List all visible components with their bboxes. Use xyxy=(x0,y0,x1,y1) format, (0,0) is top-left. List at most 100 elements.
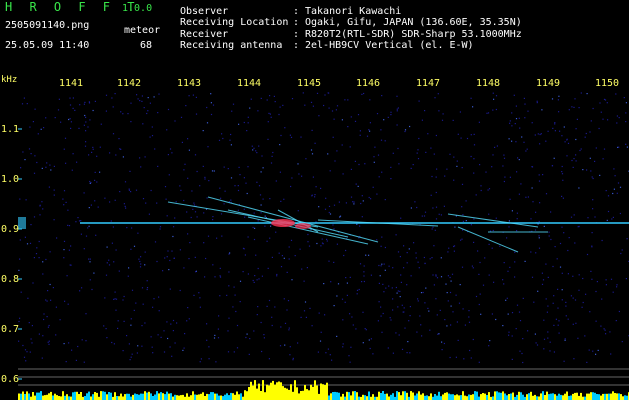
noise-dot xyxy=(503,180,505,183)
noise-dot xyxy=(247,273,249,275)
power-bar xyxy=(154,394,156,400)
noise-dot xyxy=(561,171,563,173)
power-bar xyxy=(426,395,428,400)
noise-dot xyxy=(29,242,32,244)
noise-dot xyxy=(343,254,345,257)
noise-dot xyxy=(90,204,92,206)
power-bar xyxy=(344,396,346,400)
noise-dot xyxy=(187,177,189,179)
power-bar xyxy=(454,395,456,400)
noise-dot xyxy=(616,286,618,288)
noise-dot xyxy=(383,291,385,293)
noise-dot xyxy=(597,349,599,351)
noise-dot xyxy=(547,331,549,333)
noise-dot xyxy=(91,288,93,291)
noise-dot xyxy=(336,295,338,297)
power-bar xyxy=(424,395,426,400)
noise-dot xyxy=(570,295,572,297)
noise-dot xyxy=(625,278,627,280)
noise-dot xyxy=(456,165,458,167)
noise-dot xyxy=(83,124,85,126)
noise-dot xyxy=(55,306,57,308)
noise-dot xyxy=(416,206,418,209)
noise-dot xyxy=(435,206,438,208)
noise-dot xyxy=(287,300,290,302)
noise-dot xyxy=(307,241,309,243)
power-bar xyxy=(560,394,562,400)
noise-dot xyxy=(180,189,182,191)
power-bar xyxy=(274,384,276,400)
power-bar xyxy=(182,394,184,400)
power-bar xyxy=(324,385,326,400)
noise-dot xyxy=(436,168,438,170)
noise-dot xyxy=(478,273,480,275)
noise-dot xyxy=(289,134,291,136)
noise-dot xyxy=(106,262,108,264)
power-bar xyxy=(172,396,174,400)
noise-dot xyxy=(515,328,517,330)
noise-dot xyxy=(79,104,81,106)
noise-dot xyxy=(23,97,25,99)
noise-dot xyxy=(39,214,41,216)
noise-dot xyxy=(575,138,577,141)
power-bar xyxy=(94,392,96,400)
noise-dot xyxy=(438,110,440,112)
noise-dot xyxy=(358,163,360,166)
noise-dot xyxy=(566,139,568,141)
noise-dot xyxy=(417,158,420,160)
noise-dot xyxy=(87,227,89,229)
noise-dot xyxy=(461,266,464,268)
noise-dot xyxy=(80,220,82,222)
noise-dot xyxy=(321,238,323,240)
noise-dot xyxy=(336,105,339,107)
noise-dot xyxy=(248,353,250,355)
noise-dot xyxy=(75,359,77,361)
power-bar xyxy=(76,391,78,400)
noise-dot xyxy=(284,127,286,129)
noise-dot xyxy=(94,179,96,181)
noise-dot xyxy=(163,351,166,353)
noise-dot xyxy=(236,347,239,349)
meteor-echo xyxy=(247,216,369,245)
noise-dot xyxy=(610,353,612,355)
noise-dot xyxy=(618,117,620,119)
noise-dot xyxy=(364,328,366,330)
noise-dot xyxy=(183,169,185,171)
power-bar xyxy=(48,393,50,400)
noise-dot xyxy=(484,257,486,259)
noise-dot xyxy=(256,314,258,316)
noise-dot xyxy=(561,173,564,175)
noise-dot xyxy=(63,204,65,206)
noise-dot xyxy=(446,325,448,327)
power-bar xyxy=(382,391,384,400)
noise-dot xyxy=(192,208,194,210)
power-bar xyxy=(334,391,336,400)
noise-dot xyxy=(378,176,380,178)
noise-dot xyxy=(561,272,563,274)
noise-dot xyxy=(575,322,577,324)
noise-dot xyxy=(585,132,587,135)
power-bar xyxy=(484,393,486,400)
noise-dot xyxy=(99,146,101,148)
noise-dot xyxy=(162,270,164,272)
noise-dot xyxy=(509,120,511,122)
power-bar xyxy=(352,391,354,400)
noise-dot xyxy=(499,245,501,247)
frequency-axis: 1141 1142 1143 1144 1145 1146 1147 1148 … xyxy=(0,78,629,92)
noise-dot xyxy=(373,161,375,163)
meteor-echo xyxy=(457,226,519,253)
noise-dot xyxy=(355,183,357,185)
noise-dot xyxy=(349,146,351,148)
noise-dot xyxy=(301,268,303,270)
noise-dot xyxy=(524,260,526,262)
noise-dot xyxy=(468,316,470,318)
noise-dot xyxy=(586,169,588,171)
power-bar xyxy=(306,389,308,400)
noise-dot xyxy=(283,298,285,300)
noise-dot xyxy=(558,95,560,97)
noise-dot xyxy=(503,283,505,285)
noise-dot xyxy=(325,197,327,199)
power-bar xyxy=(40,391,42,400)
noise-dot xyxy=(552,302,554,304)
noise-dot xyxy=(553,351,555,353)
